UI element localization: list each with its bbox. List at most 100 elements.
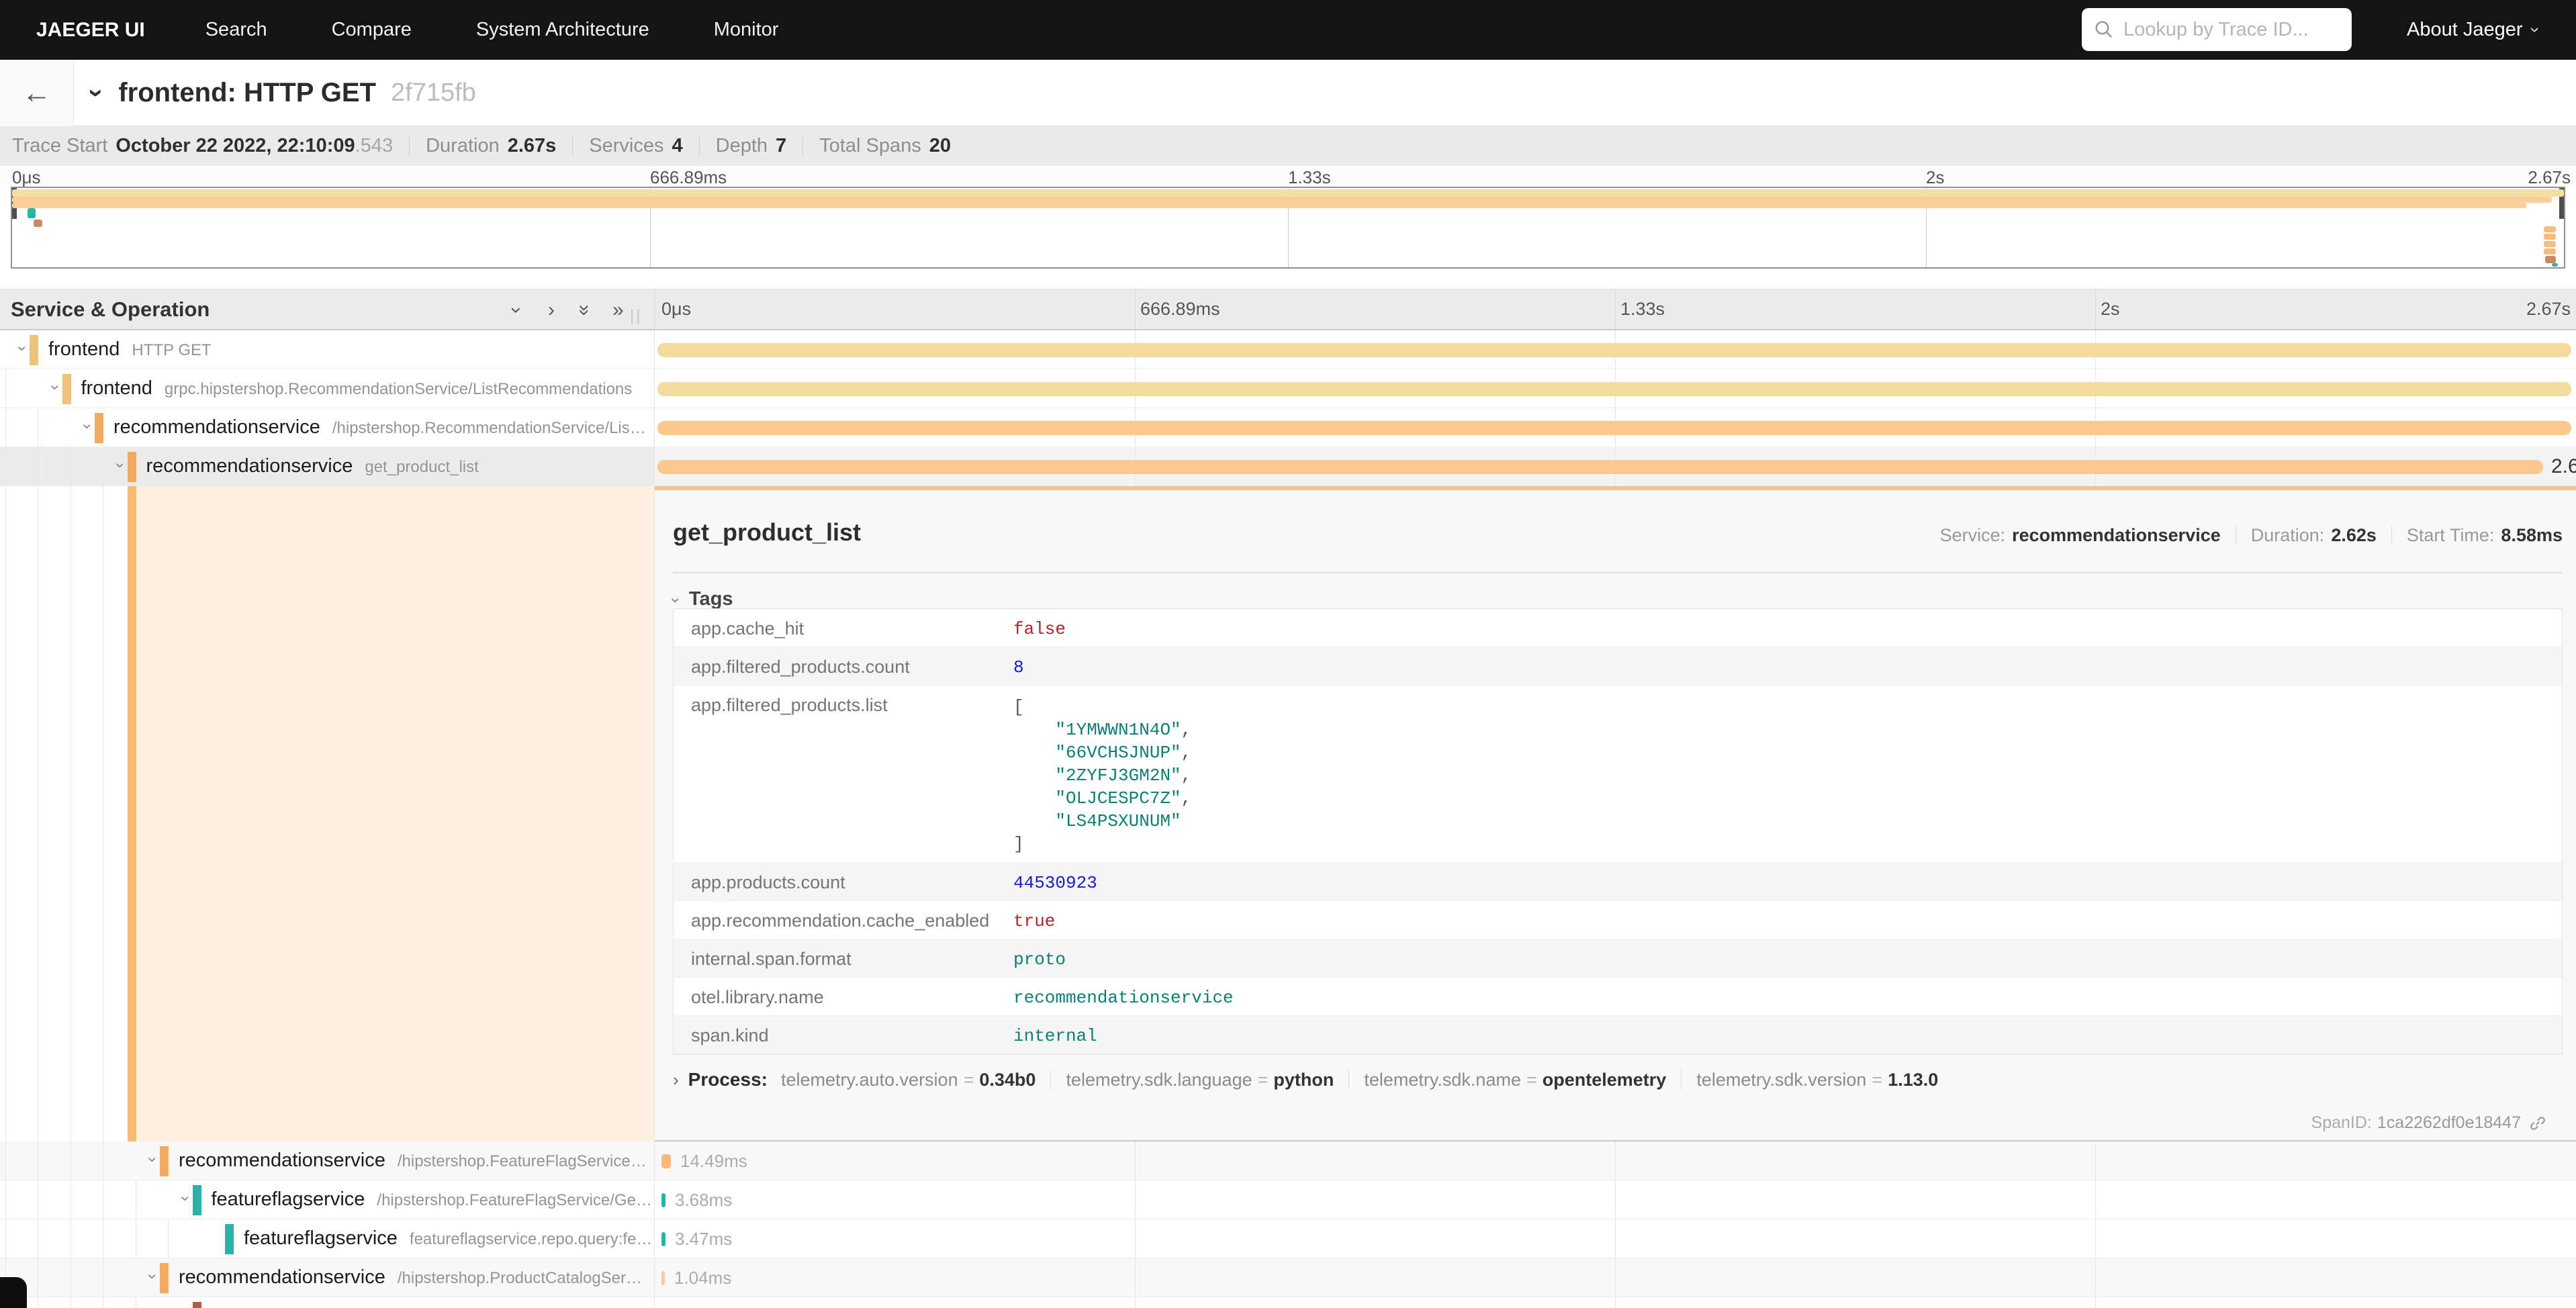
span-timeline-cell[interactable]: 2.62s [655,447,2576,485]
tree-gridline [1615,1258,1616,1297]
nav-item-search[interactable]: Search [205,19,267,41]
span-tree-cell[interactable] [0,1297,655,1308]
about-jaeger-menu[interactable]: About Jaeger › [2407,0,2538,60]
chevron-down-icon: › [2524,27,2545,33]
ruler-tick: 2.67s [2528,167,2571,188]
tag-key: span.kind [674,1016,1013,1053]
span-bar[interactable] [661,1154,671,1168]
top-navbar: JAEGER UI Search Compare System Architectu… [0,0,2576,60]
span-bar[interactable] [657,460,2543,474]
service-color-stripe [30,335,38,365]
ruler-tick: 1.33s [1620,299,1665,320]
tag-row[interactable]: app.recommendation.cache_enabledtrue [674,901,2562,939]
span-timeline-cell[interactable]: 3.47ms [655,1219,2576,1258]
span-timeline-cell[interactable] [655,330,2576,369]
tag-row[interactable]: app.products.count44530923 [674,863,2562,901]
nav-item-monitor[interactable]: Monitor [714,19,779,41]
expand-all-icon[interactable]: » [612,299,624,322]
trace-minimap[interactable] [11,187,2565,269]
expand-one-icon[interactable]: › [548,299,555,322]
span-tree-cell[interactable]: ›frontendgrpc.hipstershop.Recommendation… [0,369,655,408]
span-detail-left-gutter [0,486,655,1141]
span-tree-cell[interactable]: ›recommendationserviceget_product_list [0,447,655,485]
span-row[interactable] [0,1297,2576,1308]
operation-name: /hipstershop.FeatureFlagService… [398,1152,647,1170]
tag-row[interactable]: otel.library.namerecommendationservice [674,978,2562,1016]
link-icon[interactable] [2529,1115,2546,1132]
process-key: telemetry.auto.version [781,1070,958,1090]
service-operation-label: Service & Operation [11,297,210,322]
span-tree-cell[interactable]: ›featureflagservice/hipstershop.FeatureF… [0,1180,655,1219]
span-duration-label: 3.47ms [675,1229,732,1250]
service-value: recommendationservice [2012,525,2221,546]
span-timeline-cell[interactable]: 3.68ms [655,1180,2576,1219]
tag-value: true [1013,901,1062,938]
service-color-stripe [193,1185,201,1215]
process-section-toggle[interactable]: › Process: telemetry.auto.version=0.34b0… [673,1069,1938,1090]
tree-gridline [2095,1141,2096,1180]
ruler-tick: 1.33s [1288,167,1331,188]
span-timeline-cell[interactable] [655,369,2576,408]
span-tree-cell[interactable]: ›recommendationservice/hipstershop.Featu… [0,1141,655,1180]
service-name: featureflagservice/hipstershop.FeatureFl… [212,1188,652,1211]
ruler-tick: 0μs [12,167,40,188]
span-tree-cell[interactable]: ›frontendHTTP GET [0,330,655,369]
collapse-all-icon[interactable]: » [573,305,596,316]
collapse-title-chevron-icon[interactable]: › [81,89,111,97]
tree-gridline [168,1219,169,1258]
tag-value: [ "1YMWWN1N4O", "66VCHSJNUP", "2ZYFJ3GM2… [1013,686,1198,862]
span-timeline-cell[interactable]: 1.04ms [655,1258,2576,1297]
span-duration-label: 1.04ms [674,1268,731,1289]
span-row[interactable]: ›recommendationservice/hipstershop.Recom… [0,408,2576,447]
nav-item-system-architecture[interactable]: System Architecture [476,19,649,41]
service-color-stripe [62,374,71,404]
span-row[interactable]: ›recommendationserviceget_product_list2.… [0,447,2576,486]
column-resize-handle[interactable]: || [630,307,642,326]
minimap-span-mark [2544,226,2556,232]
tag-row[interactable]: app.filtered_products.count8 [674,647,2562,686]
span-row[interactable]: ›frontendgrpc.hipstershop.Recommendation… [0,369,2576,408]
span-bar[interactable] [661,1232,665,1246]
tag-value: recommendationservice [1013,978,1240,1015]
span-bar[interactable] [657,343,2571,357]
tag-row[interactable]: app.cache_hitfalse [674,609,2562,647]
tag-row[interactable]: app.filtered_products.list[ "1YMWWN1N4O"… [674,686,2562,863]
jaeger-trace-page: JAEGER UI Search Compare System Architectu… [0,0,2576,1308]
ruler-gridline [1615,289,1616,329]
span-row[interactable]: featureflagservicefeatureflagservice.rep… [0,1219,2576,1258]
span-rows-bottom: ›recommendationservice/hipstershop.Featu… [0,1141,2576,1308]
operation-name: get_product_list [365,458,478,476]
tag-row[interactable]: span.kindinternal [674,1016,2562,1054]
span-bar[interactable] [657,382,2571,396]
trace-id-lookup[interactable]: Lookup by Trace ID... [2082,8,2352,51]
ruler-tick: 2s [2101,299,2120,320]
service-color-stripe [128,452,136,482]
tags-section-toggle[interactable]: ›Tags [673,588,733,610]
span-row[interactable]: ›recommendationservice/hipstershop.Produ… [0,1258,2576,1297]
span-tree-cell[interactable]: featureflagservicefeatureflagservice.rep… [0,1219,655,1258]
span-bar[interactable] [661,1193,665,1207]
span-timeline-cell[interactable]: 14.49ms [655,1141,2576,1180]
span-row[interactable]: ›recommendationservice/hipstershop.Featu… [0,1141,2576,1180]
span-tree-cell[interactable]: ›recommendationservice/hipstershop.Produ… [0,1258,655,1297]
tag-value: 8 [1013,647,1031,684]
tree-gridline [1615,1219,1616,1258]
span-bar[interactable] [657,421,2571,435]
back-button[interactable]: ← [0,60,74,126]
span-timeline-cell[interactable] [655,1297,2576,1308]
span-row[interactable]: ›featureflagservice/hipstershop.FeatureF… [0,1180,2576,1219]
span-timeline-cell[interactable] [655,408,2576,447]
process-key: telemetry.sdk.name [1364,1070,1521,1090]
span-tree-cell[interactable]: ›recommendationservice/hipstershop.Recom… [0,408,655,447]
collapse-one-icon[interactable]: › [505,307,528,314]
span-row[interactable]: ›frontendHTTP GET [0,330,2576,369]
equals-sign: = [1258,1070,1269,1090]
span-bar[interactable] [661,1271,665,1285]
minimap-span-mark [12,197,2552,203]
nav-item-compare[interactable]: Compare [332,19,412,41]
tree-gridline [5,408,6,447]
equals-sign: = [1872,1070,1882,1090]
tag-row[interactable]: internal.span.formatproto [674,939,2562,978]
service-name: frontendHTTP GET [48,338,212,361]
jaeger-logo[interactable]: JAEGER UI [36,19,145,42]
